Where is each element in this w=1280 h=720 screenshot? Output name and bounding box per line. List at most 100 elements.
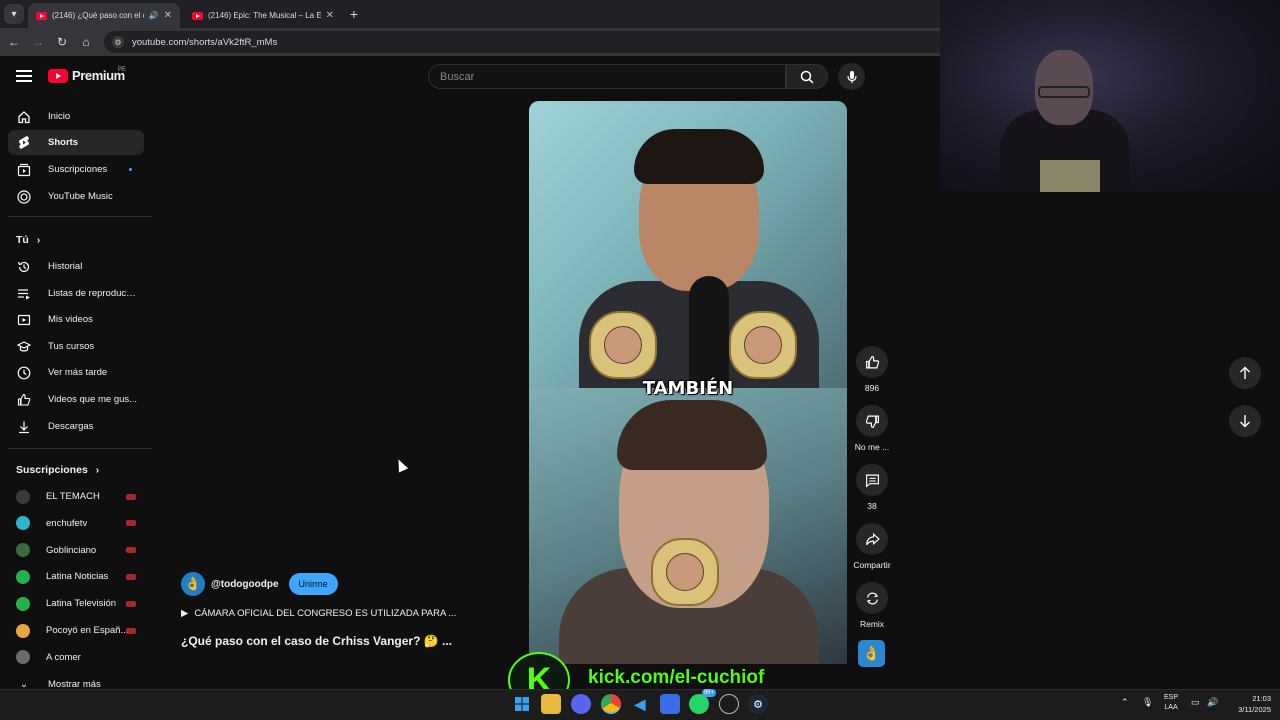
like-count: 896 xyxy=(864,383,880,393)
clock-time: 21:03 xyxy=(1252,694,1271,703)
microphone-icon xyxy=(846,70,857,83)
tab-title: (2146) ¿Qué paso con el ca xyxy=(52,11,144,20)
tray-expand-icon[interactable]: ⌃ xyxy=(1121,697,1129,708)
volume-icon[interactable]: 🔊 xyxy=(1207,697,1218,708)
steam-icon[interactable]: ⚙ xyxy=(748,694,768,714)
like-action[interactable]: 896 xyxy=(850,346,894,393)
sticker-face xyxy=(744,326,782,364)
section-title: Suscripciones xyxy=(16,464,88,476)
whatsapp-icon[interactable]: 99+ xyxy=(689,689,716,714)
comments-action[interactable]: 38 xyxy=(850,464,894,511)
sidebar-item-suscripciones[interactable]: Suscripciones xyxy=(8,157,144,182)
share-icon[interactable] xyxy=(856,523,888,555)
discord-icon[interactable] xyxy=(571,694,591,714)
subscription-label: enchufetv xyxy=(46,517,88,529)
home-page-icon[interactable]: ⌂ xyxy=(78,34,94,50)
channel-thumbnail[interactable]: 👌 xyxy=(858,640,885,667)
obs-icon[interactable] xyxy=(719,694,739,714)
close-tab-icon[interactable]: ✕ xyxy=(164,10,172,21)
site-info-icon[interactable]: ⚙ xyxy=(112,36,124,48)
subscription-item[interactable]: A comer xyxy=(8,645,144,670)
thumbs-up-icon[interactable] xyxy=(856,346,888,378)
previous-short-button[interactable] xyxy=(1229,357,1261,389)
money-bag-sticker xyxy=(729,311,797,379)
sidebar-item-label: Inicio xyxy=(48,111,71,122)
sidebar-item-mis-videos[interactable]: Mis videos xyxy=(8,307,144,332)
you-section-heading[interactable]: Tú › xyxy=(16,234,40,246)
money-bag-sticker xyxy=(651,538,719,606)
new-content-dot xyxy=(129,168,132,171)
sidebar-item-descargas[interactable]: Descargas xyxy=(8,414,144,439)
close-tab-icon[interactable]: ✕ xyxy=(326,10,334,21)
subscription-item[interactable]: Goblinciano xyxy=(8,538,144,563)
live-indicator xyxy=(126,520,136,527)
youtube-premium-logo[interactable]: Premium xyxy=(48,68,125,83)
courses-icon xyxy=(16,339,32,355)
sidebar-item-ver-mas-tarde[interactable]: Ver más tarde xyxy=(8,360,144,385)
sidebar-item-listas[interactable]: Listas de reproducc... xyxy=(8,281,144,306)
short-video-player[interactable]: TAMBIÉN xyxy=(529,101,847,664)
url-text: youtube.com/shorts/aVk2ftR_mMs xyxy=(132,36,278,48)
subscription-item[interactable]: enchufetv xyxy=(8,511,144,536)
thumbs-down-icon[interactable] xyxy=(856,405,888,437)
join-button[interactable]: Unirme xyxy=(288,573,338,595)
subscription-item[interactable]: Latina Televisión xyxy=(8,591,144,616)
comment-icon[interactable] xyxy=(856,464,888,496)
new-tab-button[interactable]: + xyxy=(346,6,362,22)
network-icon[interactable]: ▭ xyxy=(1191,697,1200,708)
app-icon[interactable] xyxy=(660,694,680,714)
section-title: Tú xyxy=(16,234,29,246)
address-bar[interactable]: ⚙ youtube.com/shorts/aVk2ftR_mMs xyxy=(104,31,940,53)
browser-tab[interactable]: (2146) Epic: The Musical – La E ✕ xyxy=(184,3,342,28)
tab-search-button[interactable]: ▾ xyxy=(4,4,24,24)
sidebar-item-shorts[interactable]: Shorts xyxy=(8,130,144,155)
dislike-action[interactable]: No me ... xyxy=(850,405,894,452)
layout-code: LAA xyxy=(1164,704,1178,711)
search-input[interactable]: Buscar xyxy=(428,64,786,89)
share-action[interactable]: Compartir xyxy=(850,523,894,570)
sidebar-item-label: Suscripciones xyxy=(48,164,108,175)
browser-tab-active[interactable]: (2146) ¿Qué paso con el ca 🔊 ✕ xyxy=(28,3,180,28)
my-videos-icon xyxy=(16,312,32,328)
sidebar-item-tus-cursos[interactable]: Tus cursos xyxy=(8,334,144,359)
sticker-face xyxy=(666,553,704,591)
remix-label: Remix xyxy=(859,619,885,629)
voice-search-button[interactable] xyxy=(838,63,865,90)
menu-icon[interactable] xyxy=(16,68,32,84)
speaker-icon[interactable]: 🔊 xyxy=(149,11,159,20)
channel-handle[interactable]: @todogoodpe xyxy=(211,579,279,590)
remix-action[interactable]: Remix xyxy=(850,582,894,629)
channel-avatar[interactable]: 👌 xyxy=(181,572,205,596)
sidebar-item-youtube-music[interactable]: YouTube Music xyxy=(8,184,144,209)
sidebar-item-inicio[interactable]: Inicio xyxy=(8,104,144,129)
channel-avatar xyxy=(16,623,30,638)
comment-count: 38 xyxy=(867,501,877,511)
chevron-right-icon: › xyxy=(95,464,100,476)
subscription-item[interactable]: Latina Noticias xyxy=(8,564,144,589)
chrome-icon[interactable] xyxy=(601,694,621,714)
sidebar-item-videos-que-me-gustan[interactable]: Videos que me gus... xyxy=(8,387,144,412)
subscription-label: Latina Televisión xyxy=(46,598,117,610)
channel-avatar xyxy=(16,569,30,584)
subscription-item[interactable]: EL TEMACH xyxy=(8,484,144,509)
tray-clock[interactable]: 21:03 3/11/2025 xyxy=(1225,693,1271,715)
remix-icon[interactable] xyxy=(856,582,888,614)
related-video-link[interactable]: ▶ CÁMARA OFICIAL DEL CONGRESO ES UTILIZA… xyxy=(181,608,456,619)
sidebar-divider xyxy=(8,216,152,217)
short-title[interactable]: ¿Qué paso con el caso de Crhiss Vanger? … xyxy=(181,634,452,648)
sidebar-item-label: YouTube Music xyxy=(48,191,113,202)
input-language[interactable]: ESP LAA xyxy=(1164,693,1178,713)
microphone-tray-icon[interactable]: 🎙 xyxy=(1142,697,1153,708)
sidebar-item-historial[interactable]: Historial xyxy=(8,254,144,279)
reload-icon[interactable]: ↻ xyxy=(54,34,70,50)
sidebar-divider xyxy=(8,448,152,449)
forward-icon[interactable]: → xyxy=(30,34,46,50)
search-button[interactable] xyxy=(786,64,828,89)
vscode-icon[interactable]: ◀ xyxy=(630,694,650,714)
back-icon[interactable]: ← xyxy=(6,34,22,50)
subscription-item[interactable]: Pocoyó en Españ... xyxy=(8,618,144,643)
subscriptions-section-heading[interactable]: Suscripciones › xyxy=(16,464,99,476)
windows-start-icon[interactable] xyxy=(512,694,532,714)
next-short-button[interactable] xyxy=(1229,405,1261,437)
file-explorer-icon[interactable] xyxy=(541,694,561,714)
